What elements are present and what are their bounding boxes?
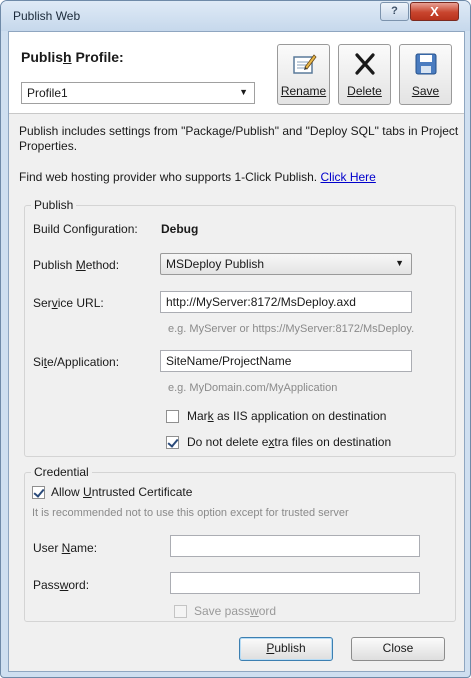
mark-iis-checkbox[interactable] bbox=[166, 410, 179, 423]
save-password-label[interactable]: Save password bbox=[194, 604, 276, 618]
site-application-hint: e.g. MyDomain.com/MyApplication bbox=[168, 382, 338, 394]
build-configuration-label: Build Configuration: bbox=[33, 222, 138, 236]
credential-group: Credential Allow Untrusted Certificate I… bbox=[24, 465, 456, 622]
password-label: Password: bbox=[33, 578, 90, 592]
do-not-delete-label[interactable]: Do not delete extra files on destination bbox=[187, 435, 391, 449]
profile-band: Publish Profile: Profile1 ▼ Rename Delet… bbox=[9, 32, 464, 114]
allow-untrusted-checkbox[interactable] bbox=[32, 486, 45, 499]
untrusted-warning-text: It is recommended not to use this option… bbox=[32, 507, 349, 519]
rename-icon bbox=[293, 54, 317, 74]
dialog-body: Publish Profile: Profile1 ▼ Rename Delet… bbox=[8, 31, 465, 672]
profile-dropdown[interactable]: Profile1 ▼ bbox=[21, 82, 255, 104]
site-application-label: Site/Application: bbox=[33, 355, 120, 369]
publish-profile-label: Publish Profile: bbox=[21, 49, 124, 65]
chevron-down-icon: ▼ bbox=[395, 258, 404, 268]
publish-method-value: MSDeploy Publish bbox=[166, 257, 265, 271]
publish-method-label: Publish Method: bbox=[33, 258, 120, 272]
publish-group-title: Publish bbox=[31, 198, 77, 212]
settings-info-text: Publish includes settings from "Package/… bbox=[19, 124, 459, 153]
user-name-label: User Name: bbox=[33, 541, 98, 555]
delete-icon bbox=[355, 53, 375, 75]
mark-iis-label[interactable]: Mark as IIS application on destination bbox=[187, 409, 386, 423]
site-application-input[interactable]: SiteName/ProjectName bbox=[160, 350, 412, 372]
close-window-button[interactable]: X bbox=[410, 2, 459, 21]
click-here-link[interactable]: Click Here bbox=[321, 170, 376, 184]
credential-group-title: Credential bbox=[31, 465, 92, 479]
rename-button[interactable]: Rename bbox=[277, 44, 330, 105]
save-password-checkbox[interactable] bbox=[174, 605, 187, 618]
publish-method-dropdown[interactable]: MSDeploy Publish ▼ bbox=[160, 253, 412, 275]
password-input[interactable] bbox=[170, 572, 420, 594]
publish-web-window: Publish Web ? X Publish Profile: Profile… bbox=[0, 0, 471, 678]
floppy-disk-icon bbox=[415, 53, 437, 75]
save-button[interactable]: Save bbox=[399, 44, 452, 105]
service-url-label: Service URL: bbox=[33, 296, 104, 310]
publish-button[interactable]: Publish bbox=[239, 637, 333, 661]
do-not-delete-checkbox[interactable] bbox=[166, 436, 179, 449]
help-button[interactable]: ? bbox=[380, 2, 409, 21]
chevron-down-icon: ▼ bbox=[239, 87, 248, 97]
delete-button[interactable]: Delete bbox=[338, 44, 391, 105]
user-name-input[interactable] bbox=[170, 535, 420, 557]
title-bar[interactable]: Publish Web ? X bbox=[1, 1, 470, 31]
build-configuration-value: Debug bbox=[161, 222, 199, 236]
allow-untrusted-label[interactable]: Allow Untrusted Certificate bbox=[51, 485, 192, 499]
publish-group: Publish Build Configuration: Debug Publi… bbox=[24, 198, 456, 457]
delete-label: Delete bbox=[347, 84, 382, 98]
service-url-input[interactable]: http://MyServer:8172/MsDeploy.axd bbox=[160, 291, 412, 313]
window-title: Publish Web bbox=[13, 9, 81, 23]
profile-selected-value: Profile1 bbox=[27, 86, 68, 100]
service-url-hint: e.g. MyServer or https://MyServer:8172/M… bbox=[168, 323, 415, 335]
save-label: Save bbox=[411, 84, 440, 98]
hosting-info-text: Find web hosting provider who supports 1… bbox=[19, 170, 376, 184]
close-button[interactable]: Close bbox=[351, 637, 445, 661]
rename-label: Rename bbox=[280, 84, 327, 98]
